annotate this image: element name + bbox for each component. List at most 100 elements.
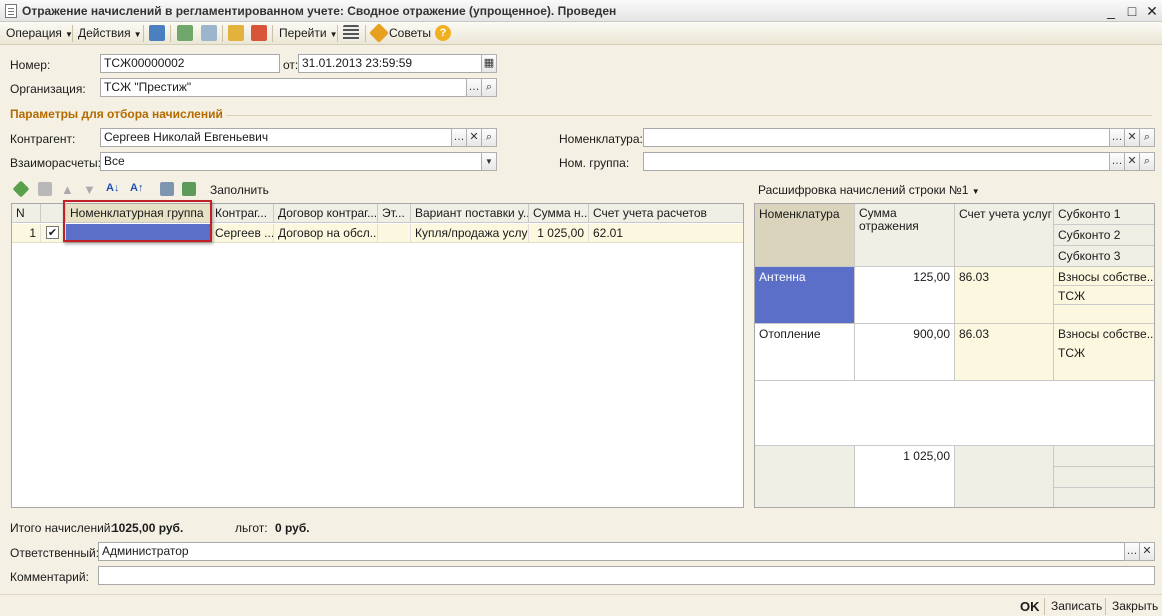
sort-ascending-icon[interactable]: A↓	[106, 182, 119, 194]
chevron-down-icon[interactable]: ▼	[481, 152, 497, 171]
number-field[interactable]: ТСЖ00000002	[100, 54, 280, 73]
detail-header-account[interactable]: Счет учета услуг	[955, 204, 1054, 267]
detail-footer-cell	[755, 446, 855, 507]
sort-descending-icon[interactable]: A↑	[130, 182, 143, 194]
nomenclature-field[interactable]	[643, 128, 1110, 147]
structure-icon[interactable]	[201, 25, 217, 41]
list-icon[interactable]	[343, 25, 359, 41]
end-edit-icon[interactable]	[38, 182, 52, 196]
detail-footer-cell	[1054, 446, 1154, 467]
clear-icon[interactable]: ✕	[1124, 128, 1140, 147]
close-window-button[interactable]: ✕	[1143, 2, 1161, 20]
column-header[interactable]: Вариант поставки у...	[411, 204, 529, 223]
clear-icon[interactable]: ✕	[1124, 152, 1140, 171]
date-field[interactable]: 31.01.2013 23:59:59	[298, 54, 482, 73]
cell-contract[interactable]: Договор на обсл...	[274, 224, 378, 242]
select-ellipsis-button[interactable]: …	[466, 78, 482, 97]
organization-field[interactable]: ТСЖ "Престиж"	[100, 78, 468, 97]
goto-menu[interactable]: Перейти ▼	[279, 26, 337, 40]
column-header[interactable]: Сумма н...	[529, 204, 589, 223]
copy-rows-icon[interactable]	[160, 182, 174, 196]
toolbar: Операция ▼ Действия ▼ Перейти ▼ Советы ?	[0, 22, 1162, 45]
detail-cell-sum[interactable]: 900,00	[855, 324, 955, 381]
column-header[interactable]: Контраг...	[211, 204, 274, 223]
detail-cell-nomenclature[interactable]: Антенна	[755, 267, 855, 324]
column-header[interactable]: N	[12, 204, 41, 223]
close-button[interactable]: Закрыть	[1112, 599, 1158, 613]
detail-header-subconto1[interactable]: Субконто 1	[1054, 204, 1154, 225]
detail-cell-account[interactable]: 86.03	[955, 324, 1054, 381]
detail-cell-nomenclature[interactable]: Отопление	[755, 324, 855, 381]
select-ellipsis-button[interactable]: …	[1109, 128, 1125, 147]
clear-icon[interactable]: ✕	[466, 128, 482, 147]
fill-button[interactable]: Заполнить	[210, 183, 269, 197]
help-icon[interactable]: ?	[435, 25, 451, 41]
search-icon[interactable]: ⌕	[481, 128, 497, 147]
checkbox[interactable]: ✔	[46, 226, 59, 239]
detail-table[interactable]: Номенклатура Сумма отражения Счет учета …	[754, 203, 1155, 508]
clear-icon[interactable]: ✕	[1139, 542, 1155, 561]
cell-variant[interactable]: Купля/продажа услуг	[411, 224, 529, 242]
save-button[interactable]: Записать	[1051, 599, 1102, 613]
cell-sum[interactable]: 1 025,00	[529, 224, 589, 242]
maximize-button[interactable]: □	[1123, 2, 1141, 20]
detail-cell-subconto3[interactable]	[1054, 362, 1154, 381]
detail-title-text: Расшифровка начислений строки №1	[758, 183, 969, 197]
operation-menu[interactable]: Операция ▼	[6, 26, 73, 40]
detail-header-nomenclature[interactable]: Номенклатура	[755, 204, 855, 267]
calendar-icon[interactable]: ▦	[481, 54, 497, 73]
select-ellipsis-button[interactable]: …	[1124, 542, 1140, 561]
search-icon[interactable]: ⌕	[481, 78, 497, 97]
detail-cell-subconto3[interactable]	[1054, 305, 1154, 324]
detail-cell-subconto1[interactable]: Взносы собстве...	[1054, 267, 1154, 286]
separator	[1105, 598, 1106, 615]
chevron-down-icon: ▼	[971, 187, 980, 196]
detail-cell-sum[interactable]: 125,00	[855, 267, 955, 324]
cell-stage[interactable]	[378, 224, 411, 242]
comment-field[interactable]	[98, 566, 1155, 585]
actions-menu[interactable]: Действия ▼	[78, 26, 142, 40]
detail-cell-subconto1[interactable]: Взносы собстве...	[1054, 324, 1154, 343]
detail-cell-subconto2[interactable]: ТСЖ	[1054, 343, 1154, 362]
organization-label: Организация:	[10, 82, 86, 96]
filters-section-title: Параметры для отбора начислений	[10, 107, 223, 121]
tips-button[interactable]: Советы	[389, 26, 431, 40]
detail-total-sum: 1 025,00	[855, 446, 955, 507]
detail-header-subconto2[interactable]: Субконто 2	[1054, 225, 1154, 246]
search-icon[interactable]: ⌕	[1139, 128, 1155, 147]
window-title: Отражение начислений в регламентированно…	[22, 4, 617, 18]
toolbar-separator	[337, 25, 338, 42]
detail-header-subconto3[interactable]: Субконто 3	[1054, 246, 1154, 267]
responsible-field[interactable]: Администратор	[98, 542, 1125, 561]
charges-table[interactable]: N Номенклатурная группа Контраг... Догов…	[11, 203, 744, 508]
cell-contractor[interactable]: Сергеев ...	[211, 224, 274, 242]
tips-icon[interactable]	[369, 23, 389, 43]
select-ellipsis-button[interactable]: …	[451, 128, 467, 147]
column-header[interactable]: Договор контраг...	[274, 204, 378, 223]
ok-button[interactable]: OK	[1020, 599, 1040, 614]
fill-icon[interactable]	[182, 182, 196, 196]
detail-header-sum[interactable]: Сумма отражения	[855, 204, 955, 267]
column-header[interactable]: Счет учета расчетов	[589, 204, 743, 223]
minimize-button[interactable]: _	[1102, 2, 1120, 20]
print-icon[interactable]	[251, 25, 267, 41]
move-up-icon[interactable]: ▲	[61, 182, 74, 197]
post-document-icon[interactable]	[149, 25, 165, 41]
select-ellipsis-button[interactable]: …	[1109, 152, 1125, 171]
movements-icon[interactable]	[177, 25, 193, 41]
nom-group-field[interactable]	[643, 152, 1110, 171]
settlements-select[interactable]: Все	[100, 152, 482, 171]
toolbar-separator	[272, 25, 273, 42]
detail-cell-account[interactable]: 86.03	[955, 267, 1054, 324]
contractor-field[interactable]: Сергеев Николай Евгеньевич	[100, 128, 452, 147]
bottom-bar	[0, 594, 1162, 616]
toolbar-separator	[72, 25, 73, 42]
cell-account[interactable]: 62.01	[589, 224, 743, 242]
detail-cell-subconto2[interactable]: ТСЖ	[1054, 286, 1154, 305]
search-icon[interactable]: ⌕	[1139, 152, 1155, 171]
based-on-icon[interactable]	[228, 25, 244, 41]
detail-title[interactable]: Расшифровка начислений строки №1 ▼	[758, 183, 980, 197]
edit-icon[interactable]	[12, 180, 30, 198]
column-header[interactable]: Эт...	[378, 204, 411, 223]
move-down-icon[interactable]: ▼	[83, 182, 96, 197]
